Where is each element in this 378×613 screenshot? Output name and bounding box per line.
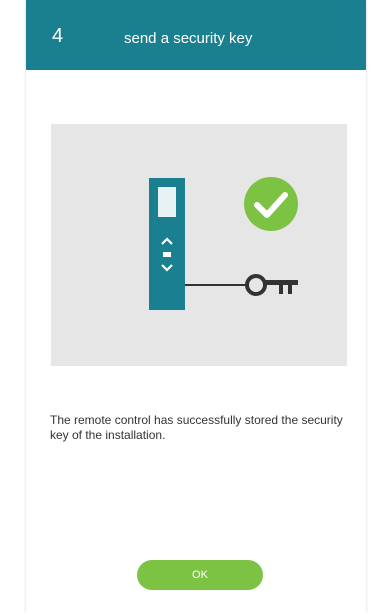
screen: 4 send a security key The remote control… [0, 0, 378, 613]
dialog-card: 4 send a security key The remote control… [26, 0, 366, 613]
status-message: The remote control has successfully stor… [50, 413, 343, 442]
remote-control-icon [149, 178, 185, 310]
page-title: send a security key [124, 30, 253, 47]
ok-button[interactable]: OK [137, 560, 263, 590]
security-key-illustration [51, 124, 347, 366]
illustration-graphic [149, 177, 298, 310]
key-icon [245, 274, 298, 296]
success-check-icon [244, 177, 298, 231]
step-number: 4 [52, 25, 64, 47]
header-bar: 4 send a security key [26, 0, 366, 70]
